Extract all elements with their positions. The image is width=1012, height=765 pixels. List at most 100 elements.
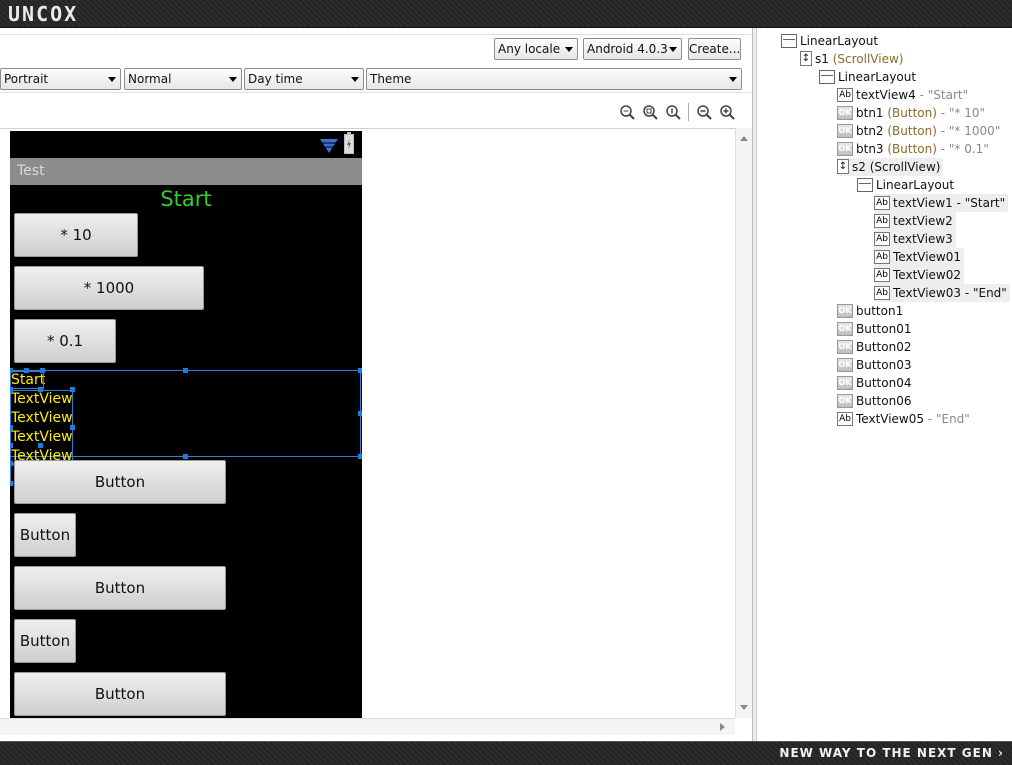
chevron-down-icon xyxy=(565,47,573,52)
button1[interactable]: Button xyxy=(14,460,226,504)
outline-node-selected[interactable]: s2 (ScrollView) xyxy=(837,158,944,176)
resize-handle[interactable] xyxy=(10,387,13,392)
design-canvas[interactable]: Test Start * 10 * 1000 * 0.1 Start TextV… xyxy=(0,128,735,718)
button-icon: OK xyxy=(837,393,853,408)
chevron-down-icon xyxy=(669,47,677,52)
outline-node[interactable]: OK Button01 xyxy=(837,320,911,338)
outline-node[interactable]: OK Button06 xyxy=(837,392,911,410)
locale-select-value: Any locale xyxy=(498,42,561,56)
outline-node[interactable]: OK Button02 xyxy=(837,338,911,356)
resize-handle[interactable] xyxy=(10,425,13,430)
textview-icon: Ab xyxy=(874,285,890,300)
scroll-down-icon[interactable] xyxy=(740,705,748,710)
theme-select[interactable]: Theme xyxy=(366,68,742,90)
app-title-bar: Test xyxy=(10,158,362,185)
resize-handle[interactable] xyxy=(24,368,29,373)
node-label: TextView01 xyxy=(893,250,962,264)
outline-node[interactable]: s1 (ScrollView) xyxy=(800,50,903,68)
resize-handle[interactable] xyxy=(10,481,13,486)
outline-node[interactable]: OK btn3 (Button) - "* 0.1" xyxy=(837,140,989,158)
zoom-real-icon[interactable] xyxy=(642,104,658,120)
button02[interactable]: Button xyxy=(14,566,226,610)
outline-node[interactable]: OK button1 xyxy=(837,302,903,320)
resize-handle[interactable] xyxy=(10,443,13,448)
resize-handle[interactable] xyxy=(40,368,45,373)
resize-handle[interactable] xyxy=(358,411,362,416)
node-label: textView2 xyxy=(893,214,953,228)
node-type: (Button) xyxy=(883,142,937,156)
orientation-select[interactable]: Portrait xyxy=(0,68,121,90)
resize-handle[interactable] xyxy=(358,368,362,373)
button04[interactable]: Button xyxy=(14,672,226,716)
create-button[interactable]: Create... xyxy=(688,38,741,60)
outline-node-selected[interactable]: Ab textView1 - "Start" xyxy=(874,194,1009,212)
node-type: (Button) xyxy=(883,106,937,120)
outline-node-selected[interactable]: Ab textView2 xyxy=(874,212,956,230)
outline-node[interactable]: LinearLayout xyxy=(781,32,878,50)
logo: UNCOX xyxy=(8,2,79,26)
signal-icon xyxy=(320,139,338,153)
outline-node-selected[interactable]: Ab TextView01 xyxy=(874,248,965,266)
textview-selection xyxy=(10,390,73,464)
node-label: button1 xyxy=(856,304,904,318)
locale-select[interactable]: Any locale xyxy=(494,38,578,60)
chevron-down-icon xyxy=(729,77,737,82)
textview-icon: Ab xyxy=(837,411,853,426)
resize-handle[interactable] xyxy=(70,425,75,430)
layout-icon xyxy=(857,177,873,192)
outline-node[interactable]: OK Button04 xyxy=(837,374,911,392)
node-text: - "End" xyxy=(924,412,970,426)
outline-node[interactable]: Ab TextView05 - "End" xyxy=(837,410,970,428)
scrollview-icon xyxy=(837,159,849,174)
button03[interactable]: Button xyxy=(14,619,76,663)
resize-handle[interactable] xyxy=(183,368,188,373)
btn1-times-10[interactable]: * 10 xyxy=(14,213,138,257)
daytime-select[interactable]: Day time xyxy=(244,68,364,90)
zoom-in-icon[interactable] xyxy=(719,104,735,120)
textview4-start[interactable]: Start xyxy=(10,187,362,211)
zoom-toolbar xyxy=(0,92,752,128)
zoom-fit-icon[interactable] xyxy=(619,104,635,120)
resize-handle[interactable] xyxy=(358,454,362,459)
mode-select[interactable]: Normal xyxy=(124,68,242,90)
resize-handle[interactable] xyxy=(10,461,13,466)
zoom-out-icon[interactable] xyxy=(696,104,712,120)
outline-node-selected[interactable]: Ab TextView02 xyxy=(874,266,965,284)
textview-icon: Ab xyxy=(874,267,890,282)
node-label: LinearLayout xyxy=(876,178,955,192)
resize-handle[interactable] xyxy=(38,387,43,392)
scroll-up-icon[interactable] xyxy=(740,136,748,141)
outline-node-selected[interactable]: Ab TextView03 - "End" xyxy=(874,284,1010,302)
status-bar xyxy=(10,131,362,158)
outline-node[interactable]: LinearLayout xyxy=(819,68,916,86)
btn2-times-1000[interactable]: * 1000 xyxy=(14,266,204,310)
outline-node[interactable]: Ab textView4 - "Start" xyxy=(837,86,968,104)
outline-node[interactable]: OK btn2 (Button) - "* 1000" xyxy=(837,122,1000,140)
vertical-scrollbar[interactable] xyxy=(735,128,752,718)
outline-node-selected[interactable]: Ab textView3 xyxy=(874,230,956,248)
resize-handle[interactable] xyxy=(70,387,75,392)
resize-handle[interactable] xyxy=(38,443,43,448)
scroll-right-icon[interactable] xyxy=(720,723,725,731)
button-icon: OK xyxy=(837,105,853,120)
node-text: - "* 1000" xyxy=(936,124,1001,138)
outline-panel: LinearLayout s1 (ScrollView) LinearLayou… xyxy=(757,28,1012,741)
resize-handle[interactable] xyxy=(183,454,188,459)
node-label: Button01 xyxy=(856,322,912,336)
node-label: Button04 xyxy=(856,376,912,390)
button-icon: OK xyxy=(837,123,853,138)
daytime-value: Day time xyxy=(248,72,303,86)
btn3-times-0-1[interactable]: * 0.1 xyxy=(14,319,116,363)
outline-node[interactable]: OK btn1 (Button) - "* 10" xyxy=(837,104,985,122)
resize-handle[interactable] xyxy=(10,368,13,373)
zoom-100-icon[interactable] xyxy=(665,104,681,120)
outline-node[interactable]: LinearLayout xyxy=(857,176,954,194)
outline-node[interactable]: OK Button03 xyxy=(837,356,911,374)
button-icon: OK xyxy=(837,357,853,372)
horizontal-scrollbar[interactable] xyxy=(0,718,735,735)
node-label: LinearLayout xyxy=(838,70,917,84)
node-label: s1 xyxy=(815,52,829,66)
mode-value: Normal xyxy=(128,72,172,86)
button01[interactable]: Button xyxy=(14,513,76,557)
android-version-select[interactable]: Android 4.0.3 xyxy=(583,38,682,60)
